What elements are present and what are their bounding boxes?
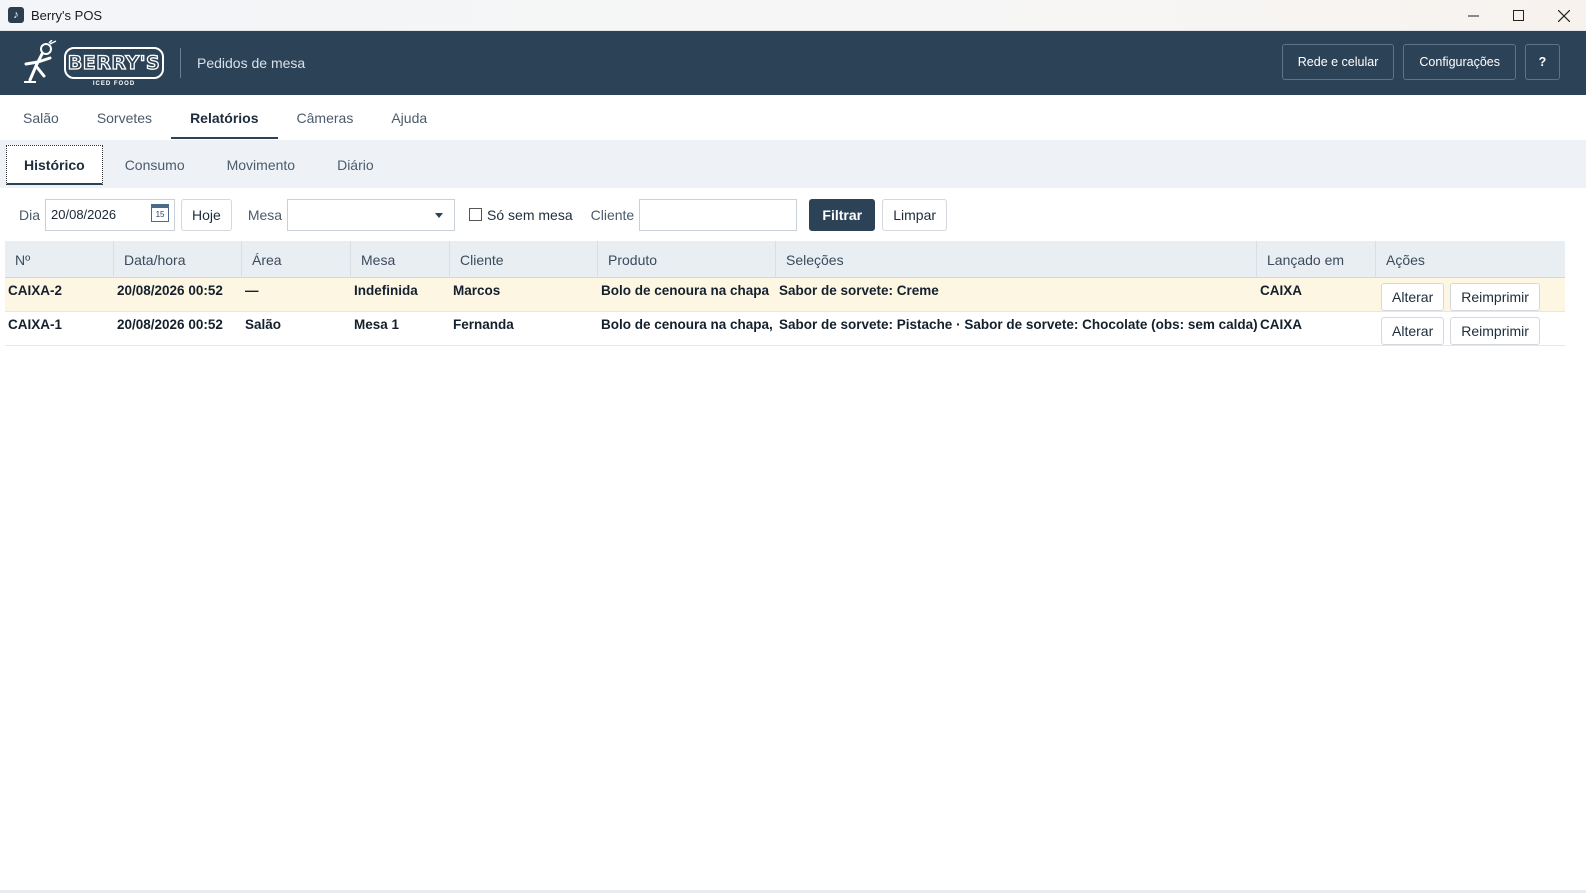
no-table-checkbox[interactable] — [469, 208, 483, 221]
header-subtitle: Pedidos de mesa — [197, 55, 306, 71]
cell-area: Salão — [245, 317, 282, 332]
filter-button[interactable]: Filtrar — [809, 198, 876, 231]
cell-product: Bolo de cenoura na chapa — [601, 283, 770, 298]
cell-client: Marcos — [453, 283, 501, 298]
network-button[interactable]: Rede e celular — [1281, 44, 1395, 80]
column-header-datetime[interactable]: Data/hora — [114, 241, 242, 278]
logo-wordmark: BERRY'S ICED FOOD — [64, 47, 164, 87]
cell-number: CAIXA-1 — [8, 317, 63, 332]
mascot-icon — [24, 40, 57, 83]
column-header-selections[interactable]: Seleções — [776, 241, 1257, 278]
chevron-down-icon — [435, 212, 444, 218]
table-header: Nº Data/hora Área Mesa Cliente Produto S… — [5, 241, 1565, 278]
table-row[interactable]: CAIXA-2 20/08/2026 00:52 — Indefinida Ma… — [5, 278, 1565, 312]
day-date-input[interactable]: 20/08/2026 15 — [45, 198, 176, 231]
cell-number: CAIXA-2 — [8, 283, 63, 298]
history-table: Nº Data/hora Área Mesa Cliente Produto S… — [5, 241, 1565, 346]
maximize-icon[interactable] — [1496, 0, 1541, 31]
client-label: Cliente — [590, 206, 635, 223]
reprint-button[interactable]: Reimprimir — [1450, 282, 1540, 311]
window-controls — [1451, 0, 1586, 31]
cell-table: Mesa 1 — [354, 317, 400, 332]
day-date-value: 20/08/2026 — [51, 207, 117, 222]
column-header-actions: Ações — [1386, 251, 1425, 268]
minimize-icon[interactable] — [1451, 0, 1496, 31]
tab-cameras[interactable]: Câmeras — [278, 95, 373, 140]
filter-bar: Dia 20/08/2026 15 Hoje Mesa Só sem mesa … — [0, 188, 1586, 241]
cell-client: Fernanda — [453, 317, 514, 332]
close-icon[interactable] — [1541, 0, 1586, 31]
tab-relatorios[interactable]: Relatórios — [171, 95, 279, 140]
no-table-label: Só sem mesa — [487, 206, 573, 223]
subtab-diario[interactable]: Diário — [317, 145, 394, 185]
subtab-historico[interactable]: Histórico — [6, 145, 103, 185]
cell-launched: CAIXA — [1260, 283, 1303, 298]
help-button[interactable]: ? — [1525, 44, 1560, 80]
table-select[interactable] — [287, 198, 456, 231]
day-label: Dia — [19, 206, 41, 223]
cell-product: Bolo de cenoura na chapa, I — [601, 317, 776, 332]
subtab-consumo[interactable]: Consumo — [105, 145, 205, 185]
tab-sorvetes[interactable]: Sorvetes — [78, 95, 171, 140]
column-header-client[interactable]: Cliente — [450, 241, 598, 278]
logo-text: BERRY'S — [67, 52, 161, 74]
window-titlebar: ♪ Berry's POS — [0, 0, 1586, 31]
reprint-button[interactable]: Reimprimir — [1450, 316, 1540, 345]
column-header-number[interactable]: Nº — [5, 241, 114, 278]
row-actions: Alterar Reimprimir — [1376, 312, 1565, 345]
main-tabs: Salão Sorvetes Relatórios Câmeras Ajuda — [0, 95, 1586, 140]
today-button[interactable]: Hoje — [181, 198, 232, 231]
logo-subtext: ICED FOOD — [92, 81, 136, 87]
client-input[interactable] — [639, 198, 798, 231]
row-actions: Alterar Reimprimir — [1376, 278, 1565, 311]
cell-datetime: 20/08/2026 00:52 — [117, 283, 223, 298]
header-divider — [180, 48, 181, 78]
sub-tabs: Histórico Consumo Movimento Diário — [0, 140, 1586, 188]
table-label: Mesa — [247, 206, 283, 223]
window-title: Berry's POS — [31, 7, 103, 23]
clear-button[interactable]: Limpar — [882, 198, 948, 231]
header-actions: Rede e celular Configurações ? — [1281, 44, 1560, 80]
brand-logo: BERRY'S ICED FOOD — [16, 39, 164, 87]
cell-selections: Sabor de sorvete: Pistache · Sabor de so… — [779, 317, 1257, 332]
column-header-area[interactable]: Área — [242, 241, 351, 278]
settings-button[interactable]: Configurações — [1403, 44, 1516, 80]
cell-selections: Sabor de sorvete: Creme — [779, 283, 939, 298]
tab-ajuda[interactable]: Ajuda — [372, 95, 446, 140]
subtab-movimento[interactable]: Movimento — [207, 145, 315, 185]
tab-salao[interactable]: Salão — [4, 95, 78, 140]
calendar-icon[interactable]: 15 — [151, 203, 170, 222]
column-header-table[interactable]: Mesa — [351, 241, 450, 278]
edit-button[interactable]: Alterar — [1381, 282, 1445, 311]
cell-datetime: 20/08/2026 00:52 — [117, 317, 223, 332]
edit-button[interactable]: Alterar — [1381, 316, 1445, 345]
column-header-launched[interactable]: Lançado em — [1257, 241, 1376, 278]
column-header-product[interactable]: Produto — [598, 241, 776, 278]
cell-area: — — [245, 283, 259, 298]
table-row[interactable]: CAIXA-1 20/08/2026 00:52 Salão Mesa 1 Fe… — [5, 312, 1565, 346]
app-icon: ♪ — [8, 7, 24, 23]
cell-table: Indefinida — [354, 283, 418, 298]
app-header: BERRY'S ICED FOOD Pedidos de mesa Rede e… — [0, 31, 1586, 95]
cell-launched: CAIXA — [1260, 317, 1303, 332]
